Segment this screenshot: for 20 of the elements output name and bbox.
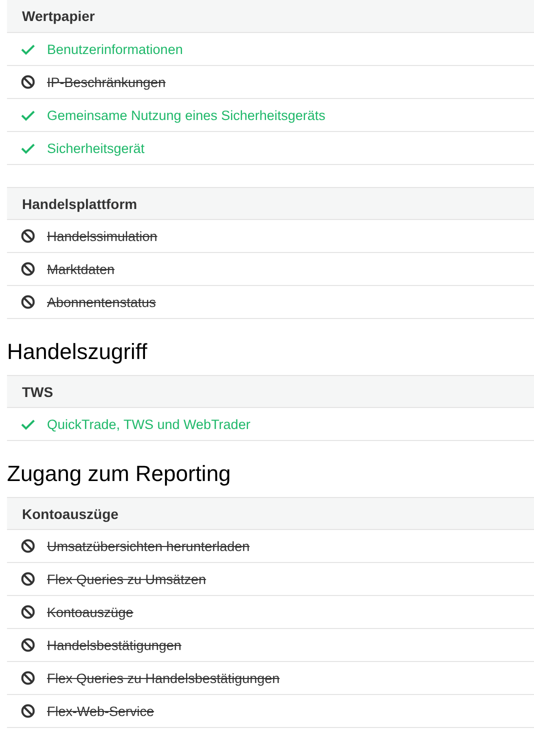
permission-label: Marktdaten [47,262,115,276]
permission-label: Kontoauszüge [47,604,134,620]
permission-label: Flex Queries zu Handelsbestätigungen [47,670,280,686]
section-heading: Zugang zum Reporting [7,460,232,488]
table-header: TWS [7,375,534,408]
permission-label: Benutzerinformationen [47,42,183,56]
permission-label: Gemeinsame Nutzung eines Sicherheitsgeräts [47,108,326,122]
permission-label: Abonnentenstatus [47,294,156,310]
permission-label: Handelssimulation [47,228,158,244]
permission-label: Flex-Web-Service [47,704,154,718]
permission-label: QuickTrade, TWS und WebTrader [47,416,250,432]
table-header: Kontoauszüge [7,497,534,530]
permission-label: Handelsbestätigungen [47,638,182,652]
permission-label: IP-Beschränkungen [47,74,166,90]
permission-label: Umsatzübersichten herunterladen [47,538,250,554]
table-header: Handelsplattform [7,187,534,220]
permission-label: Sicherheitsgerät [47,140,145,156]
section-heading: Handelszugriff [7,338,148,366]
permission-label: Flex Queries zu Umsätzen [47,572,206,586]
table-header: Wertpapier [7,0,534,33]
